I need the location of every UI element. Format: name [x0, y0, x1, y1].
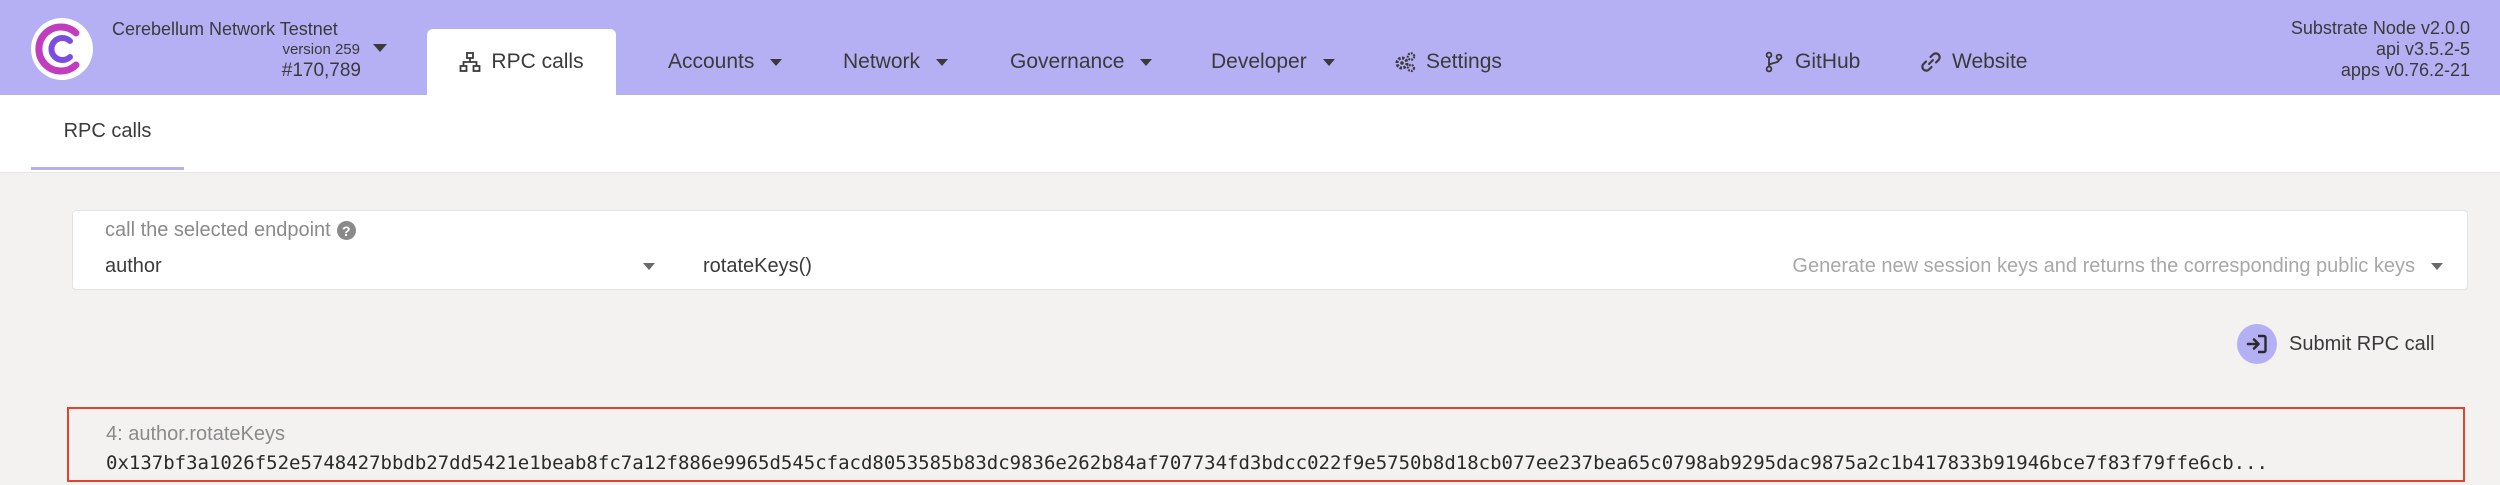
submit-rpc-call-button[interactable]: Submit RPC call — [2237, 323, 2435, 365]
chain-selector[interactable]: Cerebellum Network Testnet version 259 #… — [112, 18, 387, 81]
sign-in-icon — [2237, 324, 2277, 364]
link-icon — [1921, 52, 1941, 72]
endpoint-label-text: call the selected endpoint — [105, 219, 331, 241]
rpc-result: 4: author.rotateKeys 0x137bf3a1026f52e57… — [67, 407, 2465, 482]
code-branch-icon — [1765, 51, 1783, 73]
rpc-endpoint-selector: call the selected endpoint ? author rota… — [72, 210, 2468, 290]
node-name: Substrate Node v2.0.0 — [2290, 18, 2470, 38]
nav-rpc-calls-label: RPC calls — [491, 50, 584, 73]
nav-network-label: Network — [843, 50, 921, 73]
caret-down-icon — [1140, 58, 1153, 66]
api-version: api v3.5.2-5 — [2375, 39, 2470, 59]
nav-rpc-calls[interactable]: RPC calls — [427, 29, 616, 95]
endpoint-label: call the selected endpoint ? — [105, 219, 356, 242]
network-tree-icon — [460, 52, 481, 72]
nav-accounts-label: Accounts — [668, 50, 755, 73]
caret-down-icon — [770, 58, 783, 66]
sub-tab-bar: RPC calls — [0, 95, 2500, 173]
chain-name: Cerebellum Network Testnet — [112, 19, 338, 39]
method-value: rotateKeys() — [703, 254, 812, 277]
caret-down-icon — [936, 58, 949, 66]
chevron-down-icon[interactable] — [373, 44, 387, 52]
result-value: 0x137bf3a1026f52e5748427bbdb27dd5421e1be… — [106, 452, 2268, 474]
cere-logo-icon[interactable] — [30, 17, 94, 81]
caret-down-icon — [2431, 262, 2443, 270]
nav-website-link[interactable]: Website — [1920, 48, 2027, 76]
nav-governance[interactable]: Governance — [1010, 48, 1153, 76]
question-circle-icon[interactable]: ? — [336, 221, 356, 240]
section-value: author — [105, 254, 162, 277]
best-block-number: #170,789 — [281, 60, 361, 81]
node-version-info: Substrate Node v2.0.0 api v3.5.2-5 apps … — [2291, 18, 2470, 81]
nav-developer-label: Developer — [1211, 50, 1307, 73]
top-bar: Cerebellum Network Testnet version 259 #… — [0, 0, 2500, 95]
nav-github-label: GitHub — [1795, 50, 1861, 73]
nav-settings[interactable]: Settings — [1394, 48, 1502, 76]
result-label: 4: author.rotateKeys — [106, 423, 286, 445]
method-description: Generate new session keys and returns th… — [1792, 254, 2415, 277]
chain-version: version 259 — [282, 41, 360, 58]
section-dropdown[interactable]: author — [105, 251, 655, 281]
apps-version: apps v0.76.2-21 — [2340, 60, 2470, 80]
tab-rpc-calls[interactable]: RPC calls — [31, 95, 184, 170]
method-dropdown[interactable]: rotateKeys() Generate new session keys a… — [703, 251, 2443, 281]
gears-icon — [1395, 52, 1416, 73]
nav-developer[interactable]: Developer — [1211, 48, 1335, 76]
nav-governance-label: Governance — [1010, 50, 1125, 73]
nav-accounts[interactable]: Accounts — [668, 48, 783, 76]
nav-settings-label: Settings — [1426, 50, 1502, 73]
caret-down-icon — [643, 262, 655, 270]
caret-down-icon — [1322, 58, 1335, 66]
nav-website-label: Website — [1952, 50, 2028, 73]
nav-network[interactable]: Network — [843, 48, 949, 76]
submit-rpc-call-label: Submit RPC call — [2289, 332, 2435, 355]
nav-github-link[interactable]: GitHub — [1763, 48, 1860, 76]
